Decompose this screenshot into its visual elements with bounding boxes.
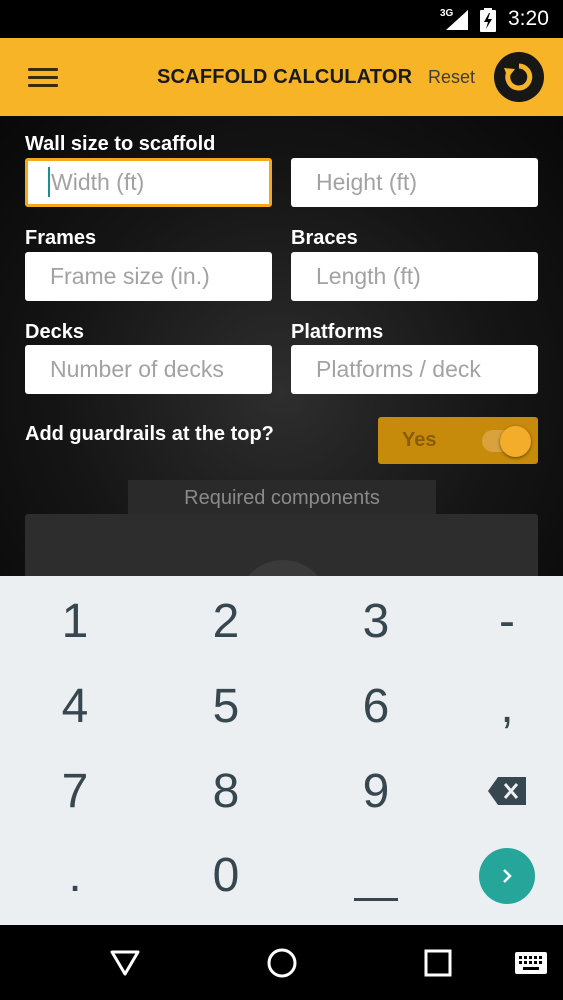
key-3[interactable]: 3 bbox=[326, 594, 426, 649]
brace-length-placeholder: Length (ft) bbox=[316, 263, 421, 289]
key-minus[interactable]: - bbox=[457, 594, 557, 649]
width-placeholder: Width (ft) bbox=[51, 169, 145, 195]
key-comma[interactable]: , bbox=[457, 679, 557, 734]
frame-size-placeholder: Frame size (in.) bbox=[50, 263, 210, 289]
platforms-placeholder: Platforms / deck bbox=[316, 356, 481, 382]
height-input[interactable]: Height (ft) bbox=[291, 158, 538, 207]
menu-icon[interactable] bbox=[28, 68, 58, 88]
reset-label[interactable]: Reset bbox=[428, 67, 475, 88]
key-6[interactable]: 6 bbox=[326, 679, 426, 734]
decks-label: Decks bbox=[25, 321, 84, 343]
key-7[interactable]: 7 bbox=[25, 764, 125, 819]
braces-label: Braces bbox=[291, 227, 358, 249]
wall-size-label: Wall size to scaffold bbox=[25, 133, 216, 155]
status-bar: 3G 3:20 bbox=[0, 0, 563, 38]
results-panel bbox=[25, 514, 538, 576]
signal-icon bbox=[446, 10, 468, 30]
guardrails-label: Add guardrails at the top? bbox=[25, 423, 274, 445]
key-5[interactable]: 5 bbox=[176, 679, 276, 734]
decks-input[interactable]: Number of decks bbox=[25, 345, 272, 394]
guardrails-toggle-label: Yes bbox=[402, 429, 437, 451]
backspace-icon[interactable] bbox=[488, 777, 526, 805]
required-components-tab[interactable]: Required components bbox=[128, 480, 436, 518]
brace-length-input[interactable]: Length (ft) bbox=[291, 252, 538, 301]
system-nav-bar bbox=[0, 925, 563, 1000]
key-0[interactable]: 0 bbox=[176, 848, 276, 903]
reset-button[interactable] bbox=[494, 52, 544, 102]
frames-label: Frames bbox=[25, 227, 97, 249]
height-placeholder: Height (ft) bbox=[316, 169, 417, 195]
clock: 3:20 bbox=[508, 7, 549, 30]
home-icon[interactable] bbox=[266, 947, 298, 979]
platforms-input[interactable]: Platforms / deck bbox=[291, 345, 538, 394]
next-button[interactable] bbox=[479, 848, 535, 904]
key-9[interactable]: 9 bbox=[326, 764, 426, 819]
decks-placeholder: Number of decks bbox=[50, 356, 224, 382]
guardrails-toggle[interactable]: Yes bbox=[378, 417, 538, 464]
page-title: SCAFFOLD CALCULATOR bbox=[157, 66, 413, 88]
key-space[interactable] bbox=[354, 898, 398, 901]
refresh-icon bbox=[504, 63, 533, 91]
platforms-label: Platforms bbox=[291, 321, 384, 343]
app-bar: SCAFFOLD CALCULATOR Reset bbox=[0, 38, 563, 116]
battery-charging-icon bbox=[480, 8, 496, 32]
key-2[interactable]: 2 bbox=[176, 594, 276, 649]
key-8[interactable]: 8 bbox=[176, 764, 276, 819]
switch-knob[interactable] bbox=[500, 426, 531, 457]
frame-size-input[interactable]: Frame size (in.) bbox=[25, 252, 272, 301]
key-1[interactable]: 1 bbox=[25, 594, 125, 649]
recents-icon[interactable] bbox=[424, 949, 452, 977]
calculator-form: Wall size to scaffold Width (ft) Height … bbox=[0, 116, 563, 576]
key-4[interactable]: 4 bbox=[25, 679, 125, 734]
key-period[interactable]: . bbox=[25, 848, 125, 903]
chevron-right-icon bbox=[503, 869, 512, 883]
width-input[interactable]: Width (ft) bbox=[25, 158, 272, 207]
text-cursor bbox=[48, 166, 50, 197]
numeric-keyboard: 1 2 3 - 4 5 6 , 7 8 9 . 0 bbox=[0, 576, 563, 925]
keyboard-icon[interactable] bbox=[515, 952, 547, 974]
back-icon[interactable] bbox=[110, 949, 140, 977]
results-graphic bbox=[237, 560, 329, 576]
